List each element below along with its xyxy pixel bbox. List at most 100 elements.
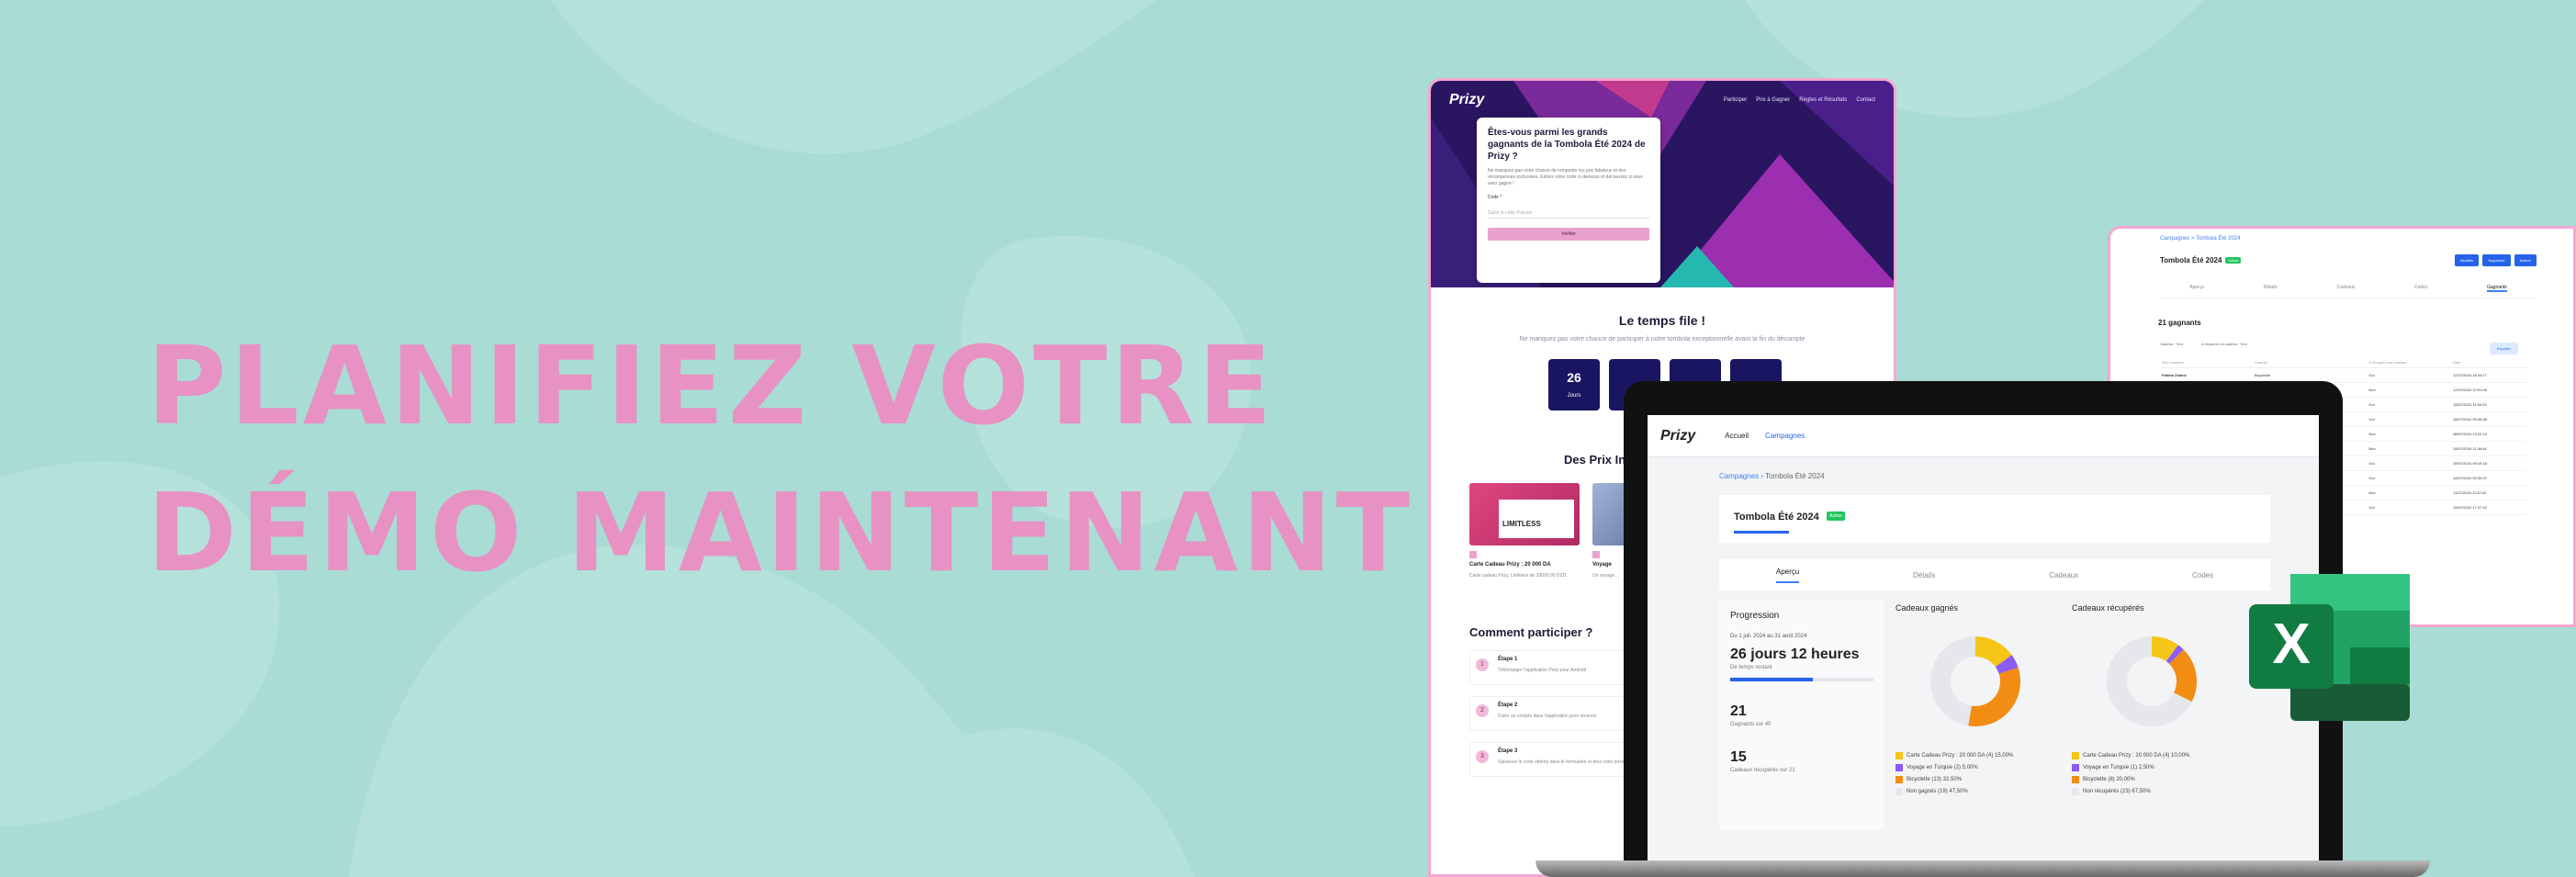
table-cell: 18/07/2024 11:36:44 (2451, 441, 2527, 456)
table-cell: Oui (2367, 500, 2452, 515)
tab-gagnants[interactable]: Gagnants (2487, 285, 2507, 292)
claimed-label: Cadeaux récupérés sur 21 (1730, 768, 1795, 773)
won-chart-title: Cadeaux gagnés (1895, 603, 1959, 613)
tab-cadeaux[interactable]: Cadeaux (2049, 571, 2078, 579)
app-topbar: Prizy Accueil Campagnes (1648, 415, 2319, 457)
claimed-legend: Carte Cadeau Prizy : 20 000 DA (4) 10,00… (2072, 752, 2237, 795)
activate-button[interactable]: Activer (2514, 254, 2537, 266)
legend-swatch (2072, 752, 2079, 759)
time-progress-fill (1730, 678, 1814, 681)
admin-breadcrumb[interactable]: Campagnes > Tombola Été 2024 (2160, 236, 2573, 242)
tab-details[interactable]: Détails (1913, 571, 1935, 579)
legend-label: Carte Cadeau Prizy : 20 000 DA (4) 10,00… (2083, 753, 2190, 759)
donut-slice (2165, 645, 2184, 665)
step-number: 2 (1476, 704, 1489, 717)
nav-link-contact[interactable]: Contact (1856, 97, 1875, 103)
table-cell: Oui (2367, 455, 2452, 471)
legend-swatch (2072, 776, 2079, 783)
campaign-header: Tombola Été 2024 Active (1719, 495, 2270, 543)
table-cell: 08/07/2024 13:22:13 (2451, 426, 2527, 442)
nav-campagnes[interactable]: Campagnes (1765, 432, 1805, 440)
filter-recupere[interactable]: A récupéré un cadeau : Tout (2201, 342, 2247, 346)
laptop-base (1535, 860, 2430, 877)
code-check-card: Êtes-vous parmi les grands gagnants de l… (1477, 118, 1660, 283)
nav-link-prix[interactable]: Prix à Gagner (1756, 97, 1790, 103)
code-label: Code * (1488, 195, 1502, 200)
table-cell: 15/07/2024 11:54:23 (2451, 397, 2527, 412)
tab-apercu[interactable]: Aperçu (2189, 285, 2204, 292)
legend-label: Voyage en Turquie (2) 5,00% (1907, 765, 1978, 770)
admin-tabs: Aperçu Détails Cadeaux Codes Gagnants (2160, 285, 2537, 298)
site-logo[interactable]: Prizy (1449, 92, 1484, 108)
title-underline (1734, 531, 1789, 534)
progress-title: Progression (1730, 611, 1780, 621)
legend-label: Non gagnés (19) 47,50% (1907, 789, 1968, 794)
code-input[interactable]: Saisir le code d'accès (1488, 208, 1649, 219)
time-remaining-label: De temps restant (1730, 665, 1772, 670)
claimed-gifts-chart: Cadeaux récupérés Carte Cadeau Prizy : 2… (2072, 600, 2237, 829)
claimed-donut (2107, 636, 2197, 726)
legend-swatch (1895, 776, 1903, 783)
nav-accueil[interactable]: Accueil (1725, 432, 1749, 440)
prize-tag-icon (1592, 551, 1600, 558)
legend-swatch (1895, 752, 1903, 759)
progress-dates: Du 1 juil. 2024 au 31 août 2024 (1730, 634, 1807, 639)
legend-item: Carte Cadeau Prizy : 20 000 DA (4) 15,00… (1895, 752, 2061, 759)
card-title: Êtes-vous parmi les grands gagnants de l… (1488, 128, 1646, 162)
donut-slice (1930, 636, 1976, 726)
overview-panels: Progression Du 1 juil. 2024 au 31 août 2… (1719, 600, 2319, 829)
tab-details[interactable]: Détails (2264, 285, 2278, 292)
app-logo[interactable]: Prizy (1660, 428, 1695, 444)
col-header[interactable]: Nom complet (2160, 357, 2253, 368)
prize-card[interactable]: LIMITLESS Carte Cadeau Prizy : 20 000 DA… (1469, 483, 1580, 579)
site-hero: Prizy Participer Prix à Gagner Règles et… (1431, 81, 1894, 287)
site-nav: Prizy Participer Prix à Gagner Règles et… (1431, 90, 1894, 110)
legend-swatch (2072, 764, 2079, 771)
export-button[interactable]: Exporter (2489, 343, 2518, 354)
time-title: Le temps file ! (1618, 313, 1706, 328)
prize-title: Carte Cadeau Prizy : 20 000 DA (1469, 562, 1551, 568)
crumb-parent[interactable]: Campagnes (1719, 472, 1759, 480)
tab-cadeaux[interactable]: Cadeaux (2336, 285, 2355, 292)
col-header[interactable]: Date (2451, 357, 2527, 368)
filter-cadeau[interactable]: Cadeau : Tout (2160, 342, 2183, 346)
admin-actions: Modifier Supprimer Activer (2455, 254, 2537, 266)
legend-label: Carte Cadeau Prizy : 20 000 DA (4) 15,00… (1907, 753, 2014, 759)
won-gifts-chart: Cadeaux gagnés Carte Cadeau Prizy : 20 0… (1895, 600, 2061, 829)
verify-button[interactable]: Vérifier (1488, 228, 1649, 241)
tab-apercu[interactable]: Aperçu (1775, 568, 1800, 583)
campaign-title: Tombola Été 2024 (1734, 512, 1819, 523)
card-body: Ne manquez pas votre chance de remporter… (1488, 168, 1643, 186)
time-progress-bar (1730, 678, 1873, 681)
site-nav-links: Participer Prix à Gagner Règles et Résul… (1724, 97, 1875, 103)
table-cell: Oui (2367, 367, 2452, 383)
col-header[interactable]: Cadeau (2252, 357, 2368, 368)
app-breadcrumb: Campagnes › Tombola Été 2024 (1719, 472, 1825, 480)
delete-button[interactable]: Supprimer (2482, 254, 2511, 266)
nav-link-participer[interactable]: Participer (1724, 97, 1747, 103)
col-header[interactable]: A récupéré son cadeau (2367, 357, 2452, 368)
table-cell: 11/07/2024 11:42:52 (2451, 485, 2527, 500)
nav-link-regles[interactable]: Règles et Résultats (1799, 97, 1847, 103)
winners-number: 21 (1730, 703, 1747, 719)
legend-item: Bicyclette (8) 20,00% (2072, 776, 2237, 783)
legend-item: Bicyclette (13) 32,50% (1895, 776, 2061, 783)
step-number: 1 (1476, 658, 1489, 671)
tab-codes[interactable]: Codes (2414, 285, 2427, 292)
winners-count: 21 gagnants (2158, 319, 2201, 327)
legend-item: Carte Cadeau Prizy : 20 000 DA (4) 10,00… (2072, 752, 2237, 759)
tab-codes[interactable]: Codes (2192, 571, 2213, 579)
progress-panel: Progression Du 1 juil. 2024 au 31 août 2… (1719, 600, 1884, 829)
prize-tag-icon (1469, 551, 1477, 558)
table-cell: 28/07/2024 09:43:18 (2451, 455, 2527, 471)
legend-swatch (1895, 788, 1903, 795)
donut-slice (2168, 649, 2197, 703)
legend-item: Non gagnés (19) 47,50% (1895, 788, 2061, 795)
step-number: 3 (1476, 750, 1489, 763)
won-legend: Carte Cadeau Prizy : 20 000 DA (4) 15,00… (1895, 752, 2061, 795)
claimed-number: 15 (1730, 749, 1747, 765)
admin-title: Tombola Été 2024 (2160, 256, 2222, 264)
edit-button[interactable]: Modifier (2455, 254, 2480, 266)
legend-label: Bicyclette (13) 32,50% (1907, 777, 1963, 782)
legend-swatch (2072, 788, 2079, 795)
